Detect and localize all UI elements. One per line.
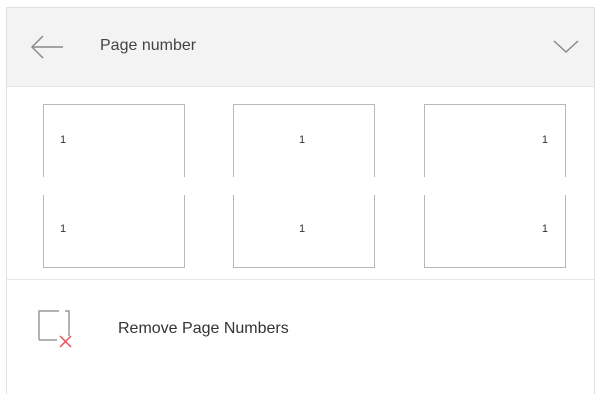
- collapse-button[interactable]: [552, 36, 580, 58]
- page-footer-preview: 1: [424, 195, 566, 268]
- page-header-preview: 1: [43, 104, 185, 177]
- top-page-number: 1: [299, 134, 306, 146]
- bottom-page-number: 1: [541, 223, 548, 235]
- bottom-page-number: 1: [299, 223, 306, 235]
- back-button[interactable]: [29, 32, 65, 62]
- chevron-down-icon: [553, 40, 579, 54]
- page-header-preview: 1: [424, 104, 566, 177]
- top-page-number: 1: [60, 134, 67, 146]
- panel-header: Page number: [7, 8, 594, 87]
- page-header-preview: 1: [233, 104, 375, 177]
- page-title: Page number: [100, 37, 197, 54]
- remove-page-numbers-button[interactable]: Remove Page Numbers: [7, 280, 594, 380]
- page-footer-preview: 1: [43, 195, 185, 268]
- top-page-number: 1: [541, 134, 548, 146]
- option-page-number-center[interactable]: 1 1: [233, 104, 375, 268]
- bottom-page-number: 1: [60, 223, 67, 235]
- page-footer-preview: 1: [233, 195, 375, 268]
- option-page-number-left[interactable]: 1 1: [43, 104, 185, 268]
- remove-page-numbers-label: Remove Page Numbers: [118, 320, 289, 337]
- remove-page-number-icon: [35, 308, 77, 350]
- arrow-left-icon: [30, 35, 63, 59]
- page-number-options: 1 1 1 1 1 1: [7, 87, 594, 280]
- page-number-panel: Page number 1 1 1 1 1 1 Remove Page Numb…: [6, 7, 595, 394]
- option-page-number-right[interactable]: 1 1: [424, 104, 566, 268]
